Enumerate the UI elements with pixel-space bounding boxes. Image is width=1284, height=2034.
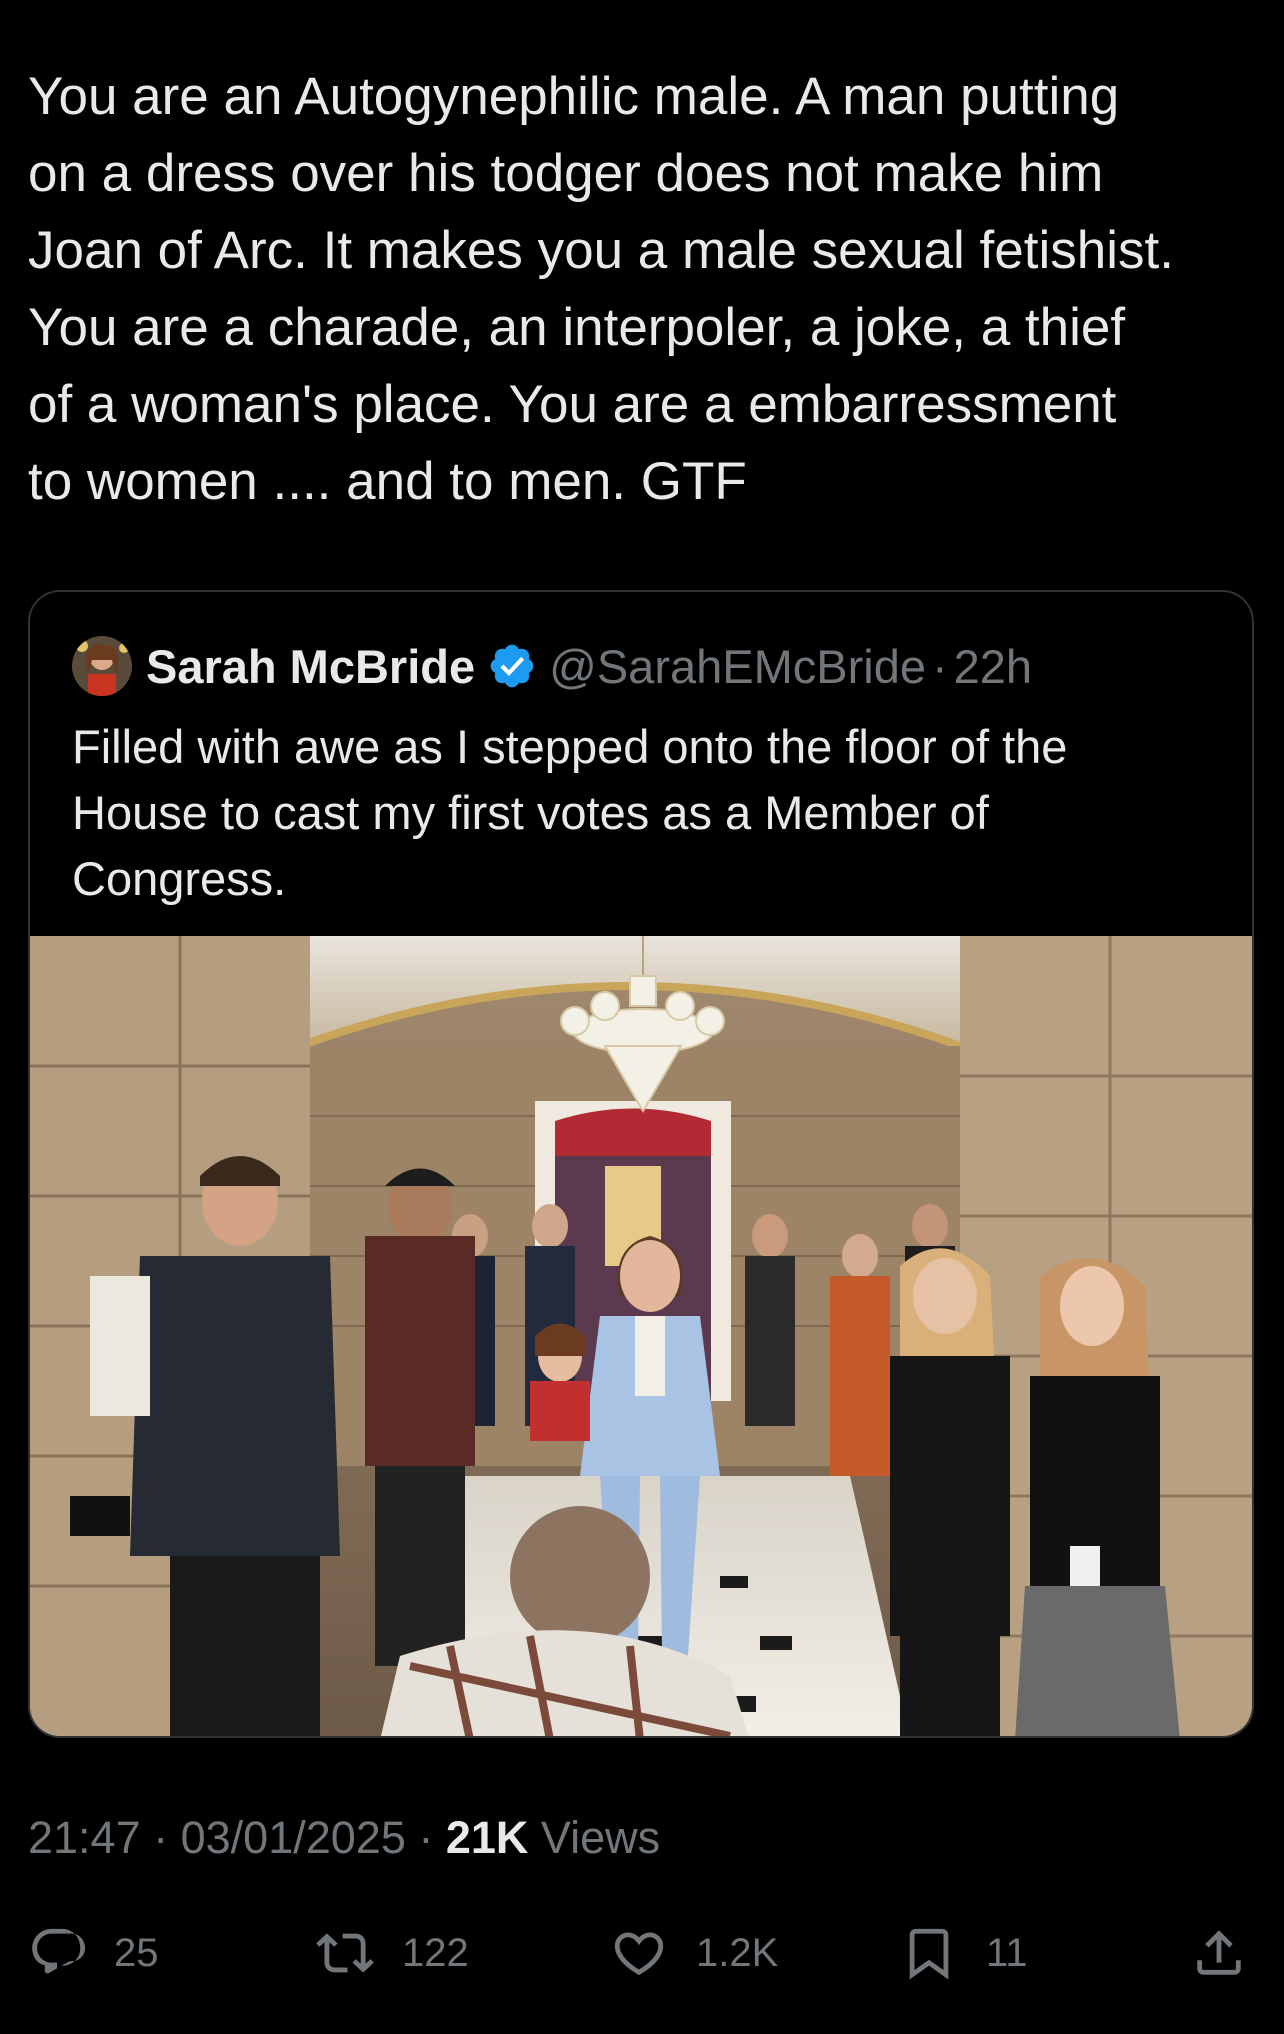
avatar[interactable] xyxy=(72,636,132,696)
verified-badge-icon xyxy=(490,644,534,688)
meta-separator: · xyxy=(140,1812,181,1863)
meta-separator: · xyxy=(405,1812,446,1863)
reply-button[interactable]: 25 xyxy=(28,1918,159,1988)
views-count: 21K xyxy=(445,1812,529,1863)
repost-icon xyxy=(316,1933,374,1973)
bookmark-icon xyxy=(909,1928,949,1980)
action-bar: 25 122 1.2K 11 xyxy=(0,1918,1284,1988)
views-label: Views xyxy=(528,1812,661,1863)
quoted-author-name[interactable]: Sarah McBride xyxy=(146,639,475,694)
bookmark-button[interactable]: 11 xyxy=(900,1918,1028,1988)
like-icon xyxy=(614,1932,664,1976)
quoted-timestamp[interactable]: 22h xyxy=(954,639,1032,694)
like-button[interactable]: 1.2K xyxy=(610,1918,778,1988)
tweet-meta: 21:47 · 03/01/2025 · 21K Views xyxy=(28,1812,660,1864)
tweet-text: You are an Autogynephilic male. A man pu… xyxy=(28,67,1174,511)
repost-button[interactable]: 122 xyxy=(316,1918,469,1988)
tweet-date[interactable]: 03/01/2025 xyxy=(181,1812,406,1863)
repost-count: 122 xyxy=(402,1930,469,1975)
quoted-tweet-card[interactable]: Sarah McBride @SarahEMcBride · 22h Fille… xyxy=(28,590,1254,1738)
like-count: 1.2K xyxy=(696,1930,779,1975)
reply-count: 25 xyxy=(114,1930,159,1975)
bookmark-count: 11 xyxy=(986,1930,1028,1975)
header-separator: · xyxy=(931,639,948,693)
tweet-time[interactable]: 21:47 xyxy=(28,1812,141,1863)
quoted-tweet-header: Sarah McBride @SarahEMcBride · 22h xyxy=(72,636,1032,696)
quoted-tweet-text: Filled with awe as I stepped onto the fl… xyxy=(72,720,1068,905)
share-icon xyxy=(1197,1930,1241,1975)
share-button[interactable] xyxy=(1190,1918,1248,1988)
quoted-author-handle[interactable]: @SarahEMcBride xyxy=(549,639,926,694)
photo-capitol-hallway[interactable] xyxy=(30,936,1254,1738)
reply-icon xyxy=(32,1928,86,1974)
